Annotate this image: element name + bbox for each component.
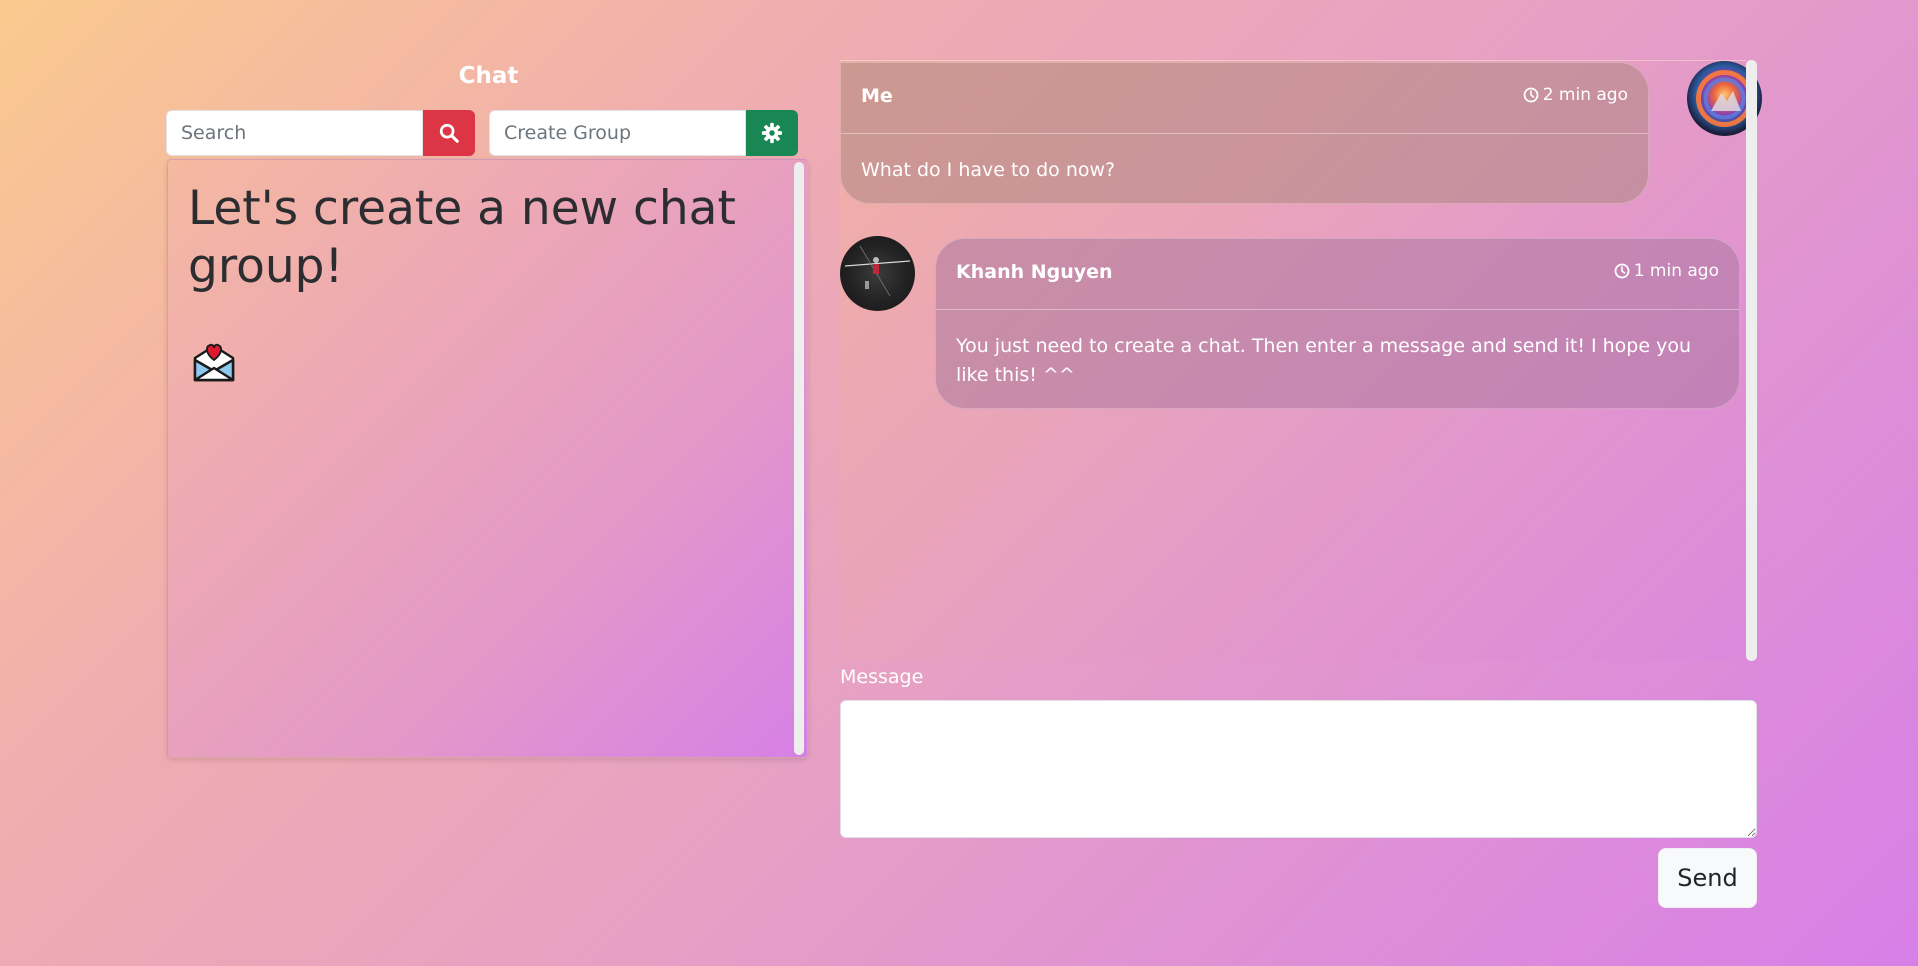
message-time-text: 2 min ago — [1542, 85, 1628, 105]
clock-icon — [1523, 87, 1539, 103]
dark-photo-avatar — [844, 245, 911, 297]
avatar-khanh-nguyen — [840, 236, 915, 311]
message-header: Khanh Nguyen 1 min ago — [936, 239, 1739, 310]
create-group-input[interactable] — [489, 110, 746, 156]
message-header: Me 2 min ago — [841, 63, 1648, 134]
gear-icon — [761, 122, 783, 144]
sidebar-controls — [166, 110, 811, 156]
search-input[interactable] — [166, 110, 423, 156]
send-button[interactable]: Send — [1658, 848, 1757, 908]
search-icon — [439, 123, 459, 143]
message-bubble-me: Me 2 min ago What do I have to do now? — [840, 62, 1649, 204]
group-list-scrollbar[interactable] — [794, 162, 804, 755]
create-group-button[interactable] — [746, 110, 798, 156]
chat-sidebar: Chat Search Create Group Let's create a … — [166, 60, 811, 758]
search-button[interactable] — [423, 110, 475, 156]
message-sender: Me — [861, 85, 893, 107]
message-list: Me 2 min ago What do I have to do now? K… — [840, 60, 1762, 661]
message-time: 2 min ago — [1523, 85, 1628, 105]
clock-icon — [1614, 263, 1630, 279]
message-label: Message — [840, 666, 924, 688]
love-letter-icon — [193, 343, 235, 382]
message-text: You just need to create a chat. Then ent… — [956, 335, 1691, 386]
empty-state-heading: Let's create a new chat group! — [188, 181, 736, 294]
message-bubble-khanh-nguyen: Khanh Nguyen 1 min ago You just need to … — [935, 238, 1740, 409]
chat-title: Chat — [458, 63, 519, 89]
group-list: Let's create a new chat group! — [167, 159, 808, 758]
message-sender: Khanh Nguyen — [956, 261, 1113, 283]
message-list-scrollbar[interactable] — [1746, 60, 1757, 661]
message-input[interactable] — [840, 700, 1757, 838]
app-container: Chat Search Create Group Let's create a … — [150, 0, 1768, 966]
message-time: 1 min ago — [1614, 261, 1719, 281]
message-text: What do I have to do now? — [861, 159, 1116, 181]
message-time-text: 1 min ago — [1633, 261, 1719, 281]
